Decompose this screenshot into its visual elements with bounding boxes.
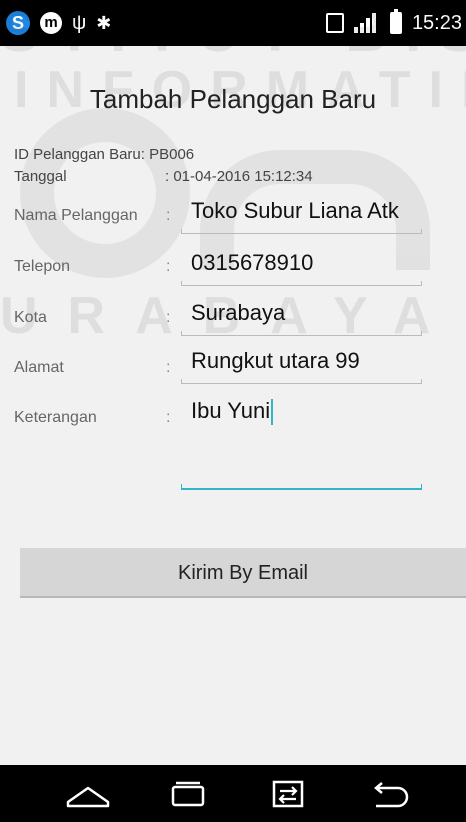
m-app-icon: m: [40, 12, 62, 34]
city-colon: :: [166, 309, 171, 326]
name-value: Toko Subur Liana Atk: [191, 198, 399, 223]
switch-icon[interactable]: [264, 778, 312, 810]
phone-value: 0315678910: [191, 250, 314, 275]
back-icon[interactable]: [364, 778, 412, 810]
address-underline: [181, 379, 422, 384]
address-value: Rungkut utara 99: [191, 348, 360, 373]
address-colon: :: [166, 359, 171, 376]
date-row: Tanggal : 01-04-2016 15:12:34: [14, 168, 313, 185]
name-field[interactable]: Toko Subur Liana Atk: [181, 192, 422, 234]
phone-colon: :: [166, 258, 171, 275]
date-value: : 01-04-2016 15:12:34: [165, 168, 313, 185]
battery-icon: [389, 9, 402, 34]
address-label: Alamat: [14, 359, 64, 376]
name-colon: :: [166, 207, 171, 224]
notes-label: Keterangan: [14, 409, 97, 426]
tablet-icon: [325, 13, 344, 33]
city-field[interactable]: Surabaya: [181, 294, 422, 336]
city-label: Kota: [14, 309, 47, 326]
status-time: 15:23: [411, 11, 462, 34]
notes-field[interactable]: Ibu Yuni: [181, 392, 422, 490]
recent-apps-icon[interactable]: [164, 778, 212, 810]
phone-label: Telepon: [14, 258, 71, 275]
notes-underline: [181, 484, 422, 490]
bug-icon: ✱: [96, 13, 112, 33]
id-row: ID Pelanggan Baru: PB006: [14, 146, 194, 163]
home-icon[interactable]: [64, 778, 112, 810]
city-value: Surabaya: [191, 300, 286, 325]
notes-value: Ibu Yuni: [191, 398, 271, 423]
status-left-icons: S m ψ ✱: [6, 9, 111, 37]
id-label: ID Pelanggan Baru: [14, 146, 141, 163]
status-bar: S m ψ ✱ 15:23: [0, 0, 466, 46]
s-app-icon: S: [6, 11, 30, 35]
address-field[interactable]: Rungkut utara 99: [181, 342, 422, 384]
notes-colon: :: [166, 409, 171, 426]
usb-icon: ψ: [72, 12, 87, 34]
text-cursor: [271, 399, 274, 426]
city-underline: [181, 331, 422, 336]
id-value: : PB006: [140, 146, 195, 163]
page-title: Tambah Pelanggan Baru: [89, 84, 377, 114]
status-right-icons: 15:23: [325, 9, 462, 37]
phone-underline: [181, 281, 422, 286]
name-underline: [181, 229, 422, 234]
phone-field[interactable]: 0315678910: [181, 244, 422, 286]
date-label: Tanggal: [14, 168, 67, 185]
signal-icon: [353, 13, 380, 33]
notes-value-wrap: Ibu Yuni: [191, 398, 274, 426]
name-label: Nama Pelanggan: [14, 207, 138, 224]
navigation-bar: [0, 765, 466, 822]
watermark-logo-ring: [20, 108, 190, 278]
send-email-button[interactable]: Kirim By Email: [20, 548, 466, 598]
